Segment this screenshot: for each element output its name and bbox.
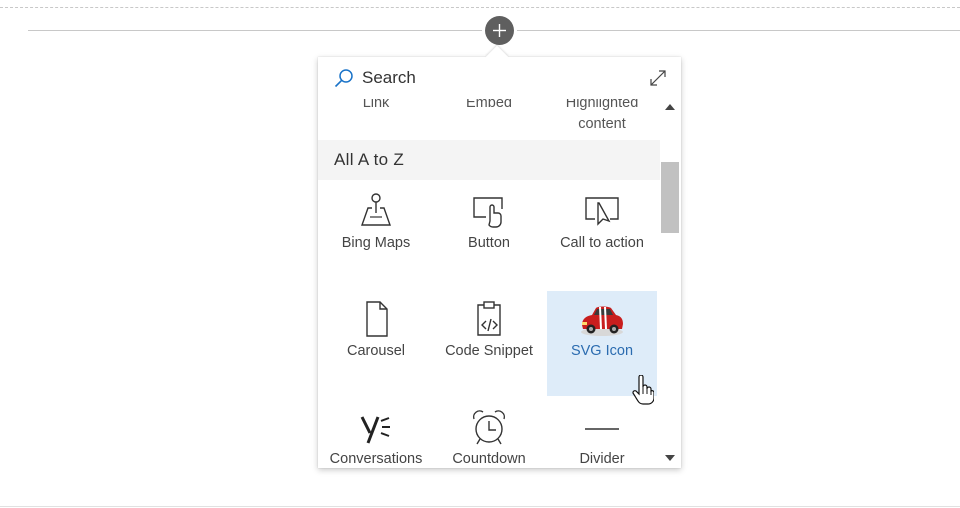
tile-label: SVG Icon <box>570 343 634 359</box>
category-label: All A to Z <box>334 150 405 169</box>
featured-row: Link Embed Highlighted content <box>318 99 660 139</box>
toolbox-search-input[interactable] <box>362 66 622 90</box>
tile-label: Divider <box>579 451 625 467</box>
red-car-icon <box>547 299 657 343</box>
code-snippet-icon <box>434 299 544 343</box>
bottom-divider-line <box>0 506 960 507</box>
tile-label: Carousel <box>346 343 406 359</box>
add-web-part-button[interactable] <box>485 16 514 45</box>
web-part-embed[interactable]: Embed <box>432 99 546 114</box>
category-header: All A to Z <box>318 140 660 180</box>
tile-label: Bing Maps <box>341 235 411 251</box>
scrollbar-thumb[interactable] <box>661 162 679 233</box>
tile-label: Conversations <box>329 451 423 467</box>
tile-call-to-action[interactable]: Call to action <box>547 183 657 288</box>
divider-icon <box>547 407 657 451</box>
call-to-action-icon <box>547 191 657 235</box>
tile-label: Button <box>468 235 510 251</box>
tile-carousel[interactable]: Carousel <box>321 291 431 396</box>
scroll-down-arrow-icon[interactable] <box>665 455 675 461</box>
carousel-icon <box>321 299 431 343</box>
toolbox-caret-cover <box>486 57 510 69</box>
tile-label: Countdown <box>452 451 526 467</box>
plus-icon <box>493 24 506 37</box>
tile-divider[interactable]: Divider <box>547 399 657 468</box>
toolbox-scrollbar[interactable] <box>660 99 681 468</box>
button-icon <box>434 191 544 235</box>
tile-label: Call to action <box>560 235 644 251</box>
scroll-up-arrow-icon[interactable] <box>665 104 675 110</box>
search-icon <box>334 69 353 88</box>
hand-pointer-cursor-icon <box>632 375 654 405</box>
expand-icon[interactable] <box>648 68 668 88</box>
yammer-icon <box>321 407 431 451</box>
tile-label: Code Snippet <box>445 343 533 359</box>
bing-maps-icon <box>321 191 431 235</box>
toolbox-web-part-list: Link Embed Highlighted content All A to … <box>318 99 660 468</box>
web-part-toolbox: Link Embed Highlighted content All A to … <box>318 57 681 468</box>
web-part-link[interactable]: Link <box>319 99 433 114</box>
section-dashed-border <box>0 7 960 8</box>
web-part-highlighted-content[interactable]: Highlighted content <box>545 99 659 135</box>
tile-bing-maps[interactable]: Bing Maps <box>321 183 431 288</box>
tile-code-snippet[interactable]: Code Snippet <box>434 291 544 396</box>
tile-countdown[interactable]: Countdown <box>434 399 544 468</box>
tile-button[interactable]: Button <box>434 183 544 288</box>
alarm-clock-icon <box>434 407 544 451</box>
tile-conversations[interactable]: Conversations <box>321 399 431 468</box>
